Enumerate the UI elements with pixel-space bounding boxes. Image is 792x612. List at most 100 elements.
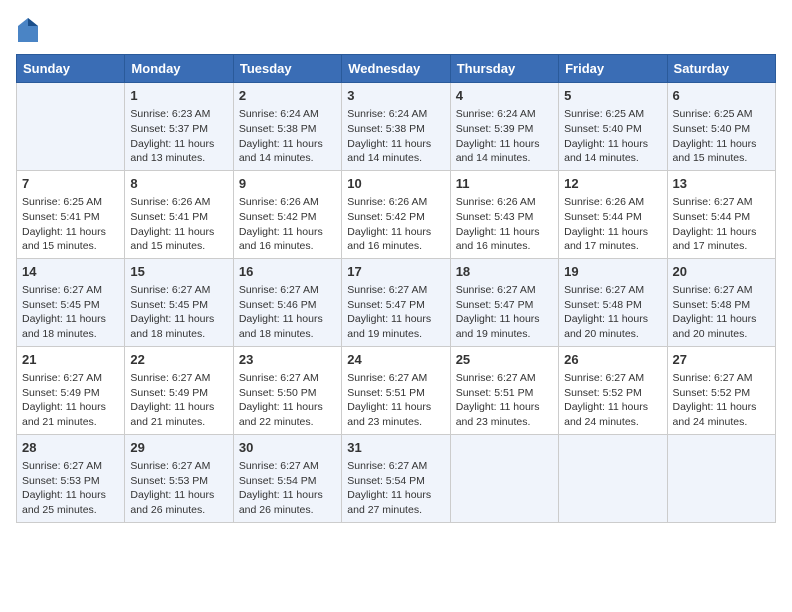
day-number: 30 xyxy=(239,439,336,457)
calendar-cell: 11 Sunrise: 6:26 AM Sunset: 5:43 PM Dayli… xyxy=(450,170,558,258)
day-content: Sunrise: 6:27 AM Sunset: 5:49 PM Dayligh… xyxy=(22,371,119,430)
calendar-cell: 26Sunrise: 6:27 AM Sunset: 5:52 PM Dayli… xyxy=(559,346,667,434)
day-number: 23 xyxy=(239,351,336,369)
day-content: Sunrise: 6:26 AM Sunset: 5:43 PM Dayligh… xyxy=(456,195,553,254)
day-header-sunday: Sunday xyxy=(17,55,125,83)
day-header-saturday: Saturday xyxy=(667,55,775,83)
calendar-cell xyxy=(450,434,558,522)
day-number: 22 xyxy=(130,351,227,369)
day-number: 16 xyxy=(239,263,336,281)
day-number: 2 xyxy=(239,87,336,105)
calendar-cell: 17 Sunrise: 6:27 AM Sunset: 5:47 PM Dayli… xyxy=(342,258,450,346)
calendar-week-2: 7Sunrise: 6:25 AM Sunset: 5:41 PM Daylig… xyxy=(17,170,776,258)
day-number: 21 xyxy=(22,351,119,369)
day-number: 4 xyxy=(456,87,553,105)
day-content: Sunrise: 6:25 AM Sunset: 5:40 PM Dayligh… xyxy=(673,107,770,166)
calendar-cell: 30 Sunrise: 6:27 AM Sunset: 5:54 PM Dayli… xyxy=(233,434,341,522)
day-content: Sunrise: 6:27 AM Sunset: 5:47 PM Dayligh… xyxy=(347,283,444,342)
day-content: Sunrise: 6:27 AM Sunset: 5:50 PM Dayligh… xyxy=(239,371,336,430)
day-number: 5 xyxy=(564,87,661,105)
calendar-header-row: SundayMondayTuesdayWednesdayThursdayFrid… xyxy=(17,55,776,83)
calendar-cell: 3 Sunrise: 6:24 AM Sunset: 5:38 PM Daylig… xyxy=(342,83,450,171)
day-number: 18 xyxy=(456,263,553,281)
day-number: 13 xyxy=(673,175,770,193)
day-content: Sunrise: 6:23 AM Sunset: 5:37 PM Dayligh… xyxy=(130,107,227,166)
calendar-cell: 27 Sunrise: 6:27 AM Sunset: 5:52 PM Dayli… xyxy=(667,346,775,434)
calendar-cell: 10 Sunrise: 6:26 AM Sunset: 5:42 PM Dayli… xyxy=(342,170,450,258)
calendar-cell: 15 Sunrise: 6:27 AM Sunset: 5:45 PM Dayli… xyxy=(125,258,233,346)
calendar-cell: 24 Sunrise: 6:27 AM Sunset: 5:51 PM Dayli… xyxy=(342,346,450,434)
calendar-week-3: 14 Sunrise: 6:27 AM Sunset: 5:45 PM Dayli… xyxy=(17,258,776,346)
calendar-cell: 23 Sunrise: 6:27 AM Sunset: 5:50 PM Dayli… xyxy=(233,346,341,434)
day-content: Sunrise: 6:24 AM Sunset: 5:38 PM Dayligh… xyxy=(239,107,336,166)
calendar-cell xyxy=(17,83,125,171)
day-number: 28 xyxy=(22,439,119,457)
day-content: Sunrise: 6:27 AM Sunset: 5:53 PM Dayligh… xyxy=(22,459,119,518)
day-content: Sunrise: 6:27 AM Sunset: 5:48 PM Dayligh… xyxy=(564,283,661,342)
day-number: 9 xyxy=(239,175,336,193)
day-content: Sunrise: 6:27 AM Sunset: 5:48 PM Dayligh… xyxy=(673,283,770,342)
calendar-cell: 14 Sunrise: 6:27 AM Sunset: 5:45 PM Dayli… xyxy=(17,258,125,346)
day-number: 8 xyxy=(130,175,227,193)
day-content: Sunrise: 6:27 AM Sunset: 5:45 PM Dayligh… xyxy=(22,283,119,342)
day-content: Sunrise: 6:26 AM Sunset: 5:41 PM Dayligh… xyxy=(130,195,227,254)
day-header-tuesday: Tuesday xyxy=(233,55,341,83)
day-content: Sunrise: 6:27 AM Sunset: 5:49 PM Dayligh… xyxy=(130,371,227,430)
day-number: 6 xyxy=(673,87,770,105)
calendar-cell: 29Sunrise: 6:27 AM Sunset: 5:53 PM Dayli… xyxy=(125,434,233,522)
calendar-cell: 21 Sunrise: 6:27 AM Sunset: 5:49 PM Dayli… xyxy=(17,346,125,434)
day-content: Sunrise: 6:26 AM Sunset: 5:42 PM Dayligh… xyxy=(347,195,444,254)
day-header-wednesday: Wednesday xyxy=(342,55,450,83)
day-content: Sunrise: 6:27 AM Sunset: 5:44 PM Dayligh… xyxy=(673,195,770,254)
day-number: 24 xyxy=(347,351,444,369)
calendar-cell xyxy=(559,434,667,522)
day-number: 26 xyxy=(564,351,661,369)
day-content: Sunrise: 6:27 AM Sunset: 5:51 PM Dayligh… xyxy=(456,371,553,430)
calendar-cell xyxy=(667,434,775,522)
calendar-cell: 31Sunrise: 6:27 AM Sunset: 5:54 PM Dayli… xyxy=(342,434,450,522)
day-content: Sunrise: 6:26 AM Sunset: 5:44 PM Dayligh… xyxy=(564,195,661,254)
calendar-cell: 25Sunrise: 6:27 AM Sunset: 5:51 PM Dayli… xyxy=(450,346,558,434)
calendar-cell: 18 Sunrise: 6:27 AM Sunset: 5:47 PM Dayli… xyxy=(450,258,558,346)
day-content: Sunrise: 6:27 AM Sunset: 5:45 PM Dayligh… xyxy=(130,283,227,342)
day-content: Sunrise: 6:27 AM Sunset: 5:47 PM Dayligh… xyxy=(456,283,553,342)
day-number: 17 xyxy=(347,263,444,281)
calendar-cell: 1 Sunrise: 6:23 AM Sunset: 5:37 PM Daylig… xyxy=(125,83,233,171)
calendar-cell: 8 Sunrise: 6:26 AM Sunset: 5:41 PM Daylig… xyxy=(125,170,233,258)
day-number: 14 xyxy=(22,263,119,281)
day-number: 1 xyxy=(130,87,227,105)
day-number: 10 xyxy=(347,175,444,193)
day-content: Sunrise: 6:24 AM Sunset: 5:39 PM Dayligh… xyxy=(456,107,553,166)
calendar-cell: 7Sunrise: 6:25 AM Sunset: 5:41 PM Daylig… xyxy=(17,170,125,258)
day-content: Sunrise: 6:26 AM Sunset: 5:42 PM Dayligh… xyxy=(239,195,336,254)
day-content: Sunrise: 6:25 AM Sunset: 5:40 PM Dayligh… xyxy=(564,107,661,166)
day-number: 7 xyxy=(22,175,119,193)
calendar-cell: 20Sunrise: 6:27 AM Sunset: 5:48 PM Dayli… xyxy=(667,258,775,346)
day-content: Sunrise: 6:27 AM Sunset: 5:52 PM Dayligh… xyxy=(673,371,770,430)
day-content: Sunrise: 6:27 AM Sunset: 5:54 PM Dayligh… xyxy=(239,459,336,518)
calendar-cell: 16 Sunrise: 6:27 AM Sunset: 5:46 PM Dayli… xyxy=(233,258,341,346)
calendar-cell: 28 Sunrise: 6:27 AM Sunset: 5:53 PM Dayli… xyxy=(17,434,125,522)
calendar-week-4: 21 Sunrise: 6:27 AM Sunset: 5:49 PM Dayli… xyxy=(17,346,776,434)
day-number: 3 xyxy=(347,87,444,105)
day-number: 27 xyxy=(673,351,770,369)
day-header-friday: Friday xyxy=(559,55,667,83)
calendar-cell: 13 Sunrise: 6:27 AM Sunset: 5:44 PM Dayli… xyxy=(667,170,775,258)
day-number: 15 xyxy=(130,263,227,281)
calendar-cell: 9 Sunrise: 6:26 AM Sunset: 5:42 PM Daylig… xyxy=(233,170,341,258)
day-content: Sunrise: 6:27 AM Sunset: 5:53 PM Dayligh… xyxy=(130,459,227,518)
calendar-week-1: 1 Sunrise: 6:23 AM Sunset: 5:37 PM Daylig… xyxy=(17,83,776,171)
logo xyxy=(16,16,44,44)
day-content: Sunrise: 6:24 AM Sunset: 5:38 PM Dayligh… xyxy=(347,107,444,166)
day-content: Sunrise: 6:27 AM Sunset: 5:46 PM Dayligh… xyxy=(239,283,336,342)
page-header xyxy=(16,16,776,44)
day-number: 12 xyxy=(564,175,661,193)
calendar-cell: 2 Sunrise: 6:24 AM Sunset: 5:38 PM Daylig… xyxy=(233,83,341,171)
day-content: Sunrise: 6:27 AM Sunset: 5:51 PM Dayligh… xyxy=(347,371,444,430)
day-header-thursday: Thursday xyxy=(450,55,558,83)
calendar-cell: 12 Sunrise: 6:26 AM Sunset: 5:44 PM Dayli… xyxy=(559,170,667,258)
calendar-cell: 22 Sunrise: 6:27 AM Sunset: 5:49 PM Dayli… xyxy=(125,346,233,434)
day-number: 11 xyxy=(456,175,553,193)
day-number: 19 xyxy=(564,263,661,281)
calendar-cell: 19 Sunrise: 6:27 AM Sunset: 5:48 PM Dayli… xyxy=(559,258,667,346)
